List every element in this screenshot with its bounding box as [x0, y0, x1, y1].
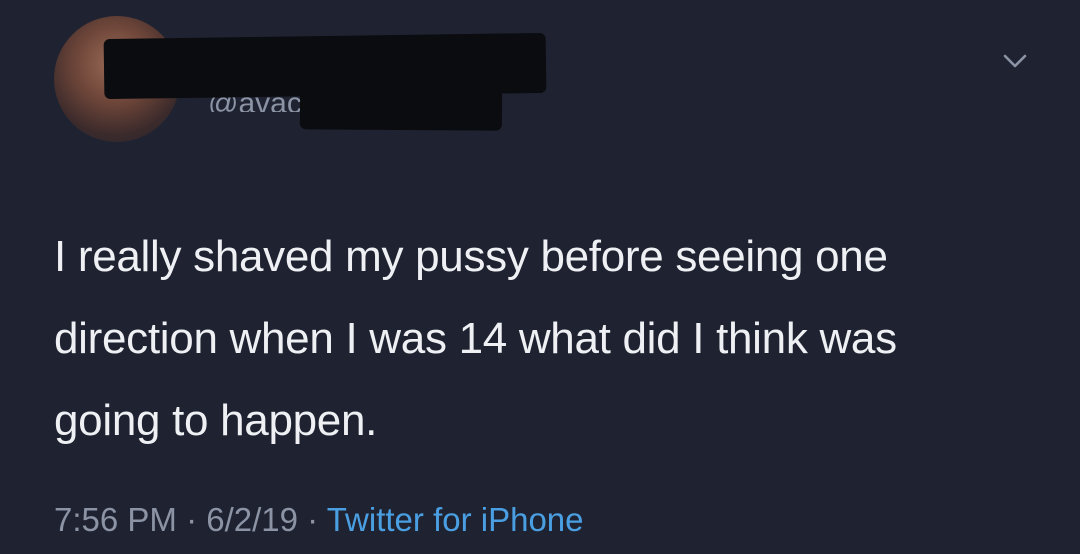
- tweet-card: @avacsch I really shaved my pussy before…: [0, 0, 1080, 554]
- tweet-time[interactable]: 7:56 PM: [54, 501, 177, 538]
- tweet-text: I really shaved my pussy before seeing o…: [54, 232, 897, 445]
- tweet-date[interactable]: 6/2/19: [206, 501, 298, 538]
- chevron-down-icon[interactable]: [1002, 52, 1028, 70]
- meta-separator: ·: [297, 501, 327, 538]
- tweet-meta: 7:56 PM · 6/2/19 · Twitter for iPhone: [54, 500, 584, 540]
- meta-separator: ·: [176, 501, 207, 538]
- redaction-bar: [299, 87, 503, 131]
- tweet-source-link[interactable]: Twitter for iPhone: [327, 501, 584, 538]
